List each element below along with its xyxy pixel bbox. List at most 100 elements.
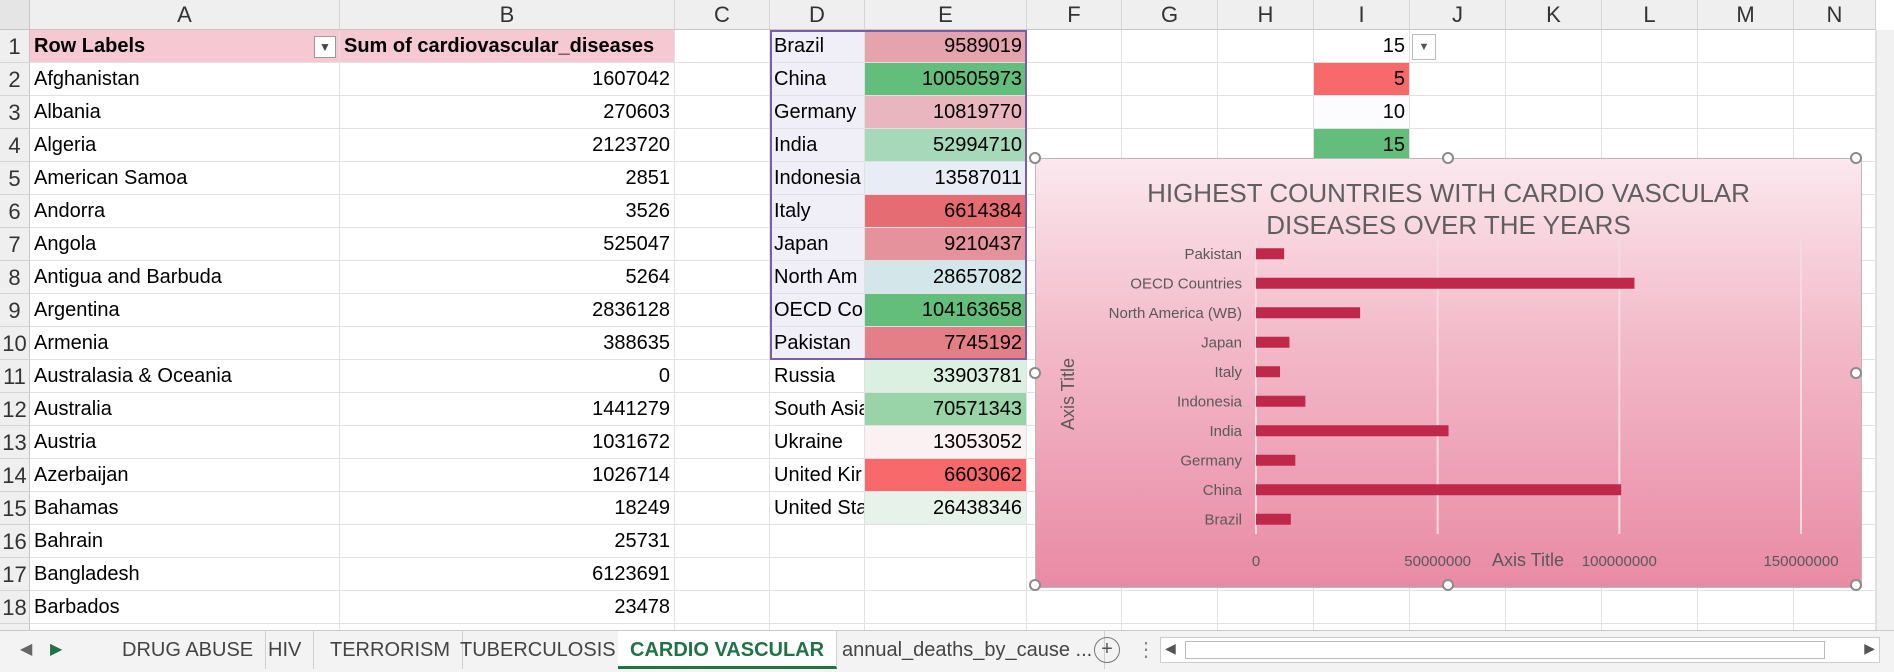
more-options-icon[interactable]: ⋮ (1136, 637, 1156, 662)
filter-dropdown-icon[interactable]: ▼ (314, 36, 336, 58)
next-sheet-icon[interactable]: ▶ (50, 639, 62, 659)
cell[interactable] (675, 30, 770, 63)
cell[interactable] (675, 459, 770, 492)
pivot-row-value[interactable]: 270603 (340, 96, 675, 129)
chart-resize-handle[interactable] (1442, 152, 1454, 164)
column-i-cell[interactable]: 10 (1314, 96, 1410, 129)
cell[interactable] (675, 96, 770, 129)
column-i-cell[interactable]: 15 (1314, 30, 1410, 63)
row-header-16[interactable]: 16 (0, 525, 30, 558)
pivot-sum-header[interactable]: Sum of cardiovascular_diseases (340, 30, 675, 63)
cell[interactable] (675, 558, 770, 591)
pivot-row-value[interactable]: 1607042 (340, 63, 675, 96)
pivot-row-label[interactable]: Australia (30, 393, 340, 426)
pivot-row-label[interactable]: Albania (30, 96, 340, 129)
pivot-row-value[interactable]: 0 (340, 360, 675, 393)
cell[interactable] (770, 558, 865, 591)
cell[interactable] (1410, 591, 1506, 624)
table-value-cell[interactable]: 13053052 (865, 426, 1027, 459)
chart-resize-handle[interactable] (1029, 152, 1041, 164)
table-country-cell[interactable]: United Sta (770, 492, 865, 525)
pivot-row-label[interactable]: Argentina (30, 294, 340, 327)
pivot-row-value[interactable]: 1026714 (340, 459, 675, 492)
table-country-cell[interactable]: OECD Co (770, 294, 865, 327)
table-country-cell[interactable]: United Kir (770, 459, 865, 492)
table-country-cell[interactable]: North Am (770, 261, 865, 294)
cell[interactable] (675, 294, 770, 327)
pivot-row-label[interactable]: Angola (30, 228, 340, 261)
column-header-h[interactable]: H (1218, 0, 1314, 30)
pivot-row-label[interactable]: Armenia (30, 327, 340, 360)
table-value-cell[interactable]: 7745192 (865, 327, 1027, 360)
cell[interactable] (1698, 591, 1794, 624)
cell[interactable] (1218, 591, 1314, 624)
pivot-row-label[interactable]: Afghanistan (30, 63, 340, 96)
row-header-4[interactable]: 4 (0, 129, 30, 162)
horizontal-scrollbar[interactable]: ◀ ▶ (1160, 637, 1880, 663)
cell[interactable] (1218, 63, 1314, 96)
row-header-7[interactable]: 7 (0, 228, 30, 261)
chart-resize-handle[interactable] (1029, 579, 1041, 591)
pivot-row-label[interactable]: Australasia & Oceania (30, 360, 340, 393)
cell[interactable] (770, 591, 865, 624)
row-header-8[interactable]: 8 (0, 261, 30, 294)
sheet-tab[interactable]: annual_deaths_by_cause ... (830, 631, 1106, 669)
table-country-cell[interactable]: Japan (770, 228, 865, 261)
table-country-cell[interactable]: Russia (770, 360, 865, 393)
pivot-row-label[interactable]: Antigua and Barbuda (30, 261, 340, 294)
table-value-cell[interactable]: 6603062 (865, 459, 1027, 492)
table-country-cell[interactable]: South Asia (770, 393, 865, 426)
cell[interactable] (675, 426, 770, 459)
cell[interactable] (1122, 30, 1218, 63)
table-country-cell[interactable]: Germany (770, 96, 865, 129)
column-header-a[interactable]: A (30, 0, 340, 30)
pivot-row-label[interactable]: Andorra (30, 195, 340, 228)
cell[interactable] (1218, 30, 1314, 63)
table-country-cell[interactable]: Indonesia (770, 162, 865, 195)
cell[interactable] (1698, 96, 1794, 129)
column-header-k[interactable]: K (1506, 0, 1602, 30)
cell[interactable] (1218, 96, 1314, 129)
cell[interactable] (1122, 63, 1218, 96)
pivot-row-value[interactable]: 2123720 (340, 129, 675, 162)
cell[interactable] (1122, 591, 1218, 624)
cell[interactable] (1314, 591, 1410, 624)
pivot-row-label[interactable]: Bahamas (30, 492, 340, 525)
row-header-5[interactable]: 5 (0, 162, 30, 195)
column-header-c[interactable]: C (675, 0, 770, 30)
cell[interactable] (1698, 63, 1794, 96)
cell[interactable] (675, 195, 770, 228)
column-header-m[interactable]: M (1698, 0, 1794, 30)
table-value-cell[interactable]: 9589019 (865, 30, 1027, 63)
row-header-17[interactable]: 17 (0, 558, 30, 591)
pivot-row-value[interactable]: 23478 (340, 591, 675, 624)
cell[interactable] (675, 63, 770, 96)
column-header-l[interactable]: L (1602, 0, 1698, 30)
cell[interactable] (675, 228, 770, 261)
cell[interactable] (1602, 63, 1698, 96)
row-header-13[interactable]: 13 (0, 426, 30, 459)
cell[interactable] (1506, 591, 1602, 624)
table-value-cell[interactable]: 6614384 (865, 195, 1027, 228)
scroll-thumb[interactable] (1185, 641, 1825, 659)
column-header-n[interactable]: N (1794, 0, 1876, 30)
cell[interactable] (1602, 96, 1698, 129)
pivot-row-label[interactable]: Bahrain (30, 525, 340, 558)
chart-resize-handle[interactable] (1850, 579, 1862, 591)
cell[interactable] (1410, 96, 1506, 129)
sheet-tab[interactable]: DRUG ABUSE (110, 631, 267, 669)
cell[interactable] (675, 261, 770, 294)
cell[interactable] (1794, 96, 1876, 129)
column-header-b[interactable]: B (340, 0, 675, 30)
column-header-i[interactable]: I (1314, 0, 1410, 30)
cell[interactable] (1698, 30, 1794, 63)
chart-resize-handle[interactable] (1850, 152, 1862, 164)
chart-resize-handle[interactable] (1029, 367, 1041, 379)
table-country-cell[interactable]: Pakistan (770, 327, 865, 360)
cell[interactable] (770, 525, 865, 558)
chart-resize-handle[interactable] (1850, 367, 1862, 379)
sheet-tab[interactable]: TERRORISM (318, 631, 463, 669)
table-value-cell[interactable]: 33903781 (865, 360, 1027, 393)
cell[interactable] (1794, 30, 1876, 63)
table-value-cell[interactable]: 100505973 (865, 63, 1027, 96)
